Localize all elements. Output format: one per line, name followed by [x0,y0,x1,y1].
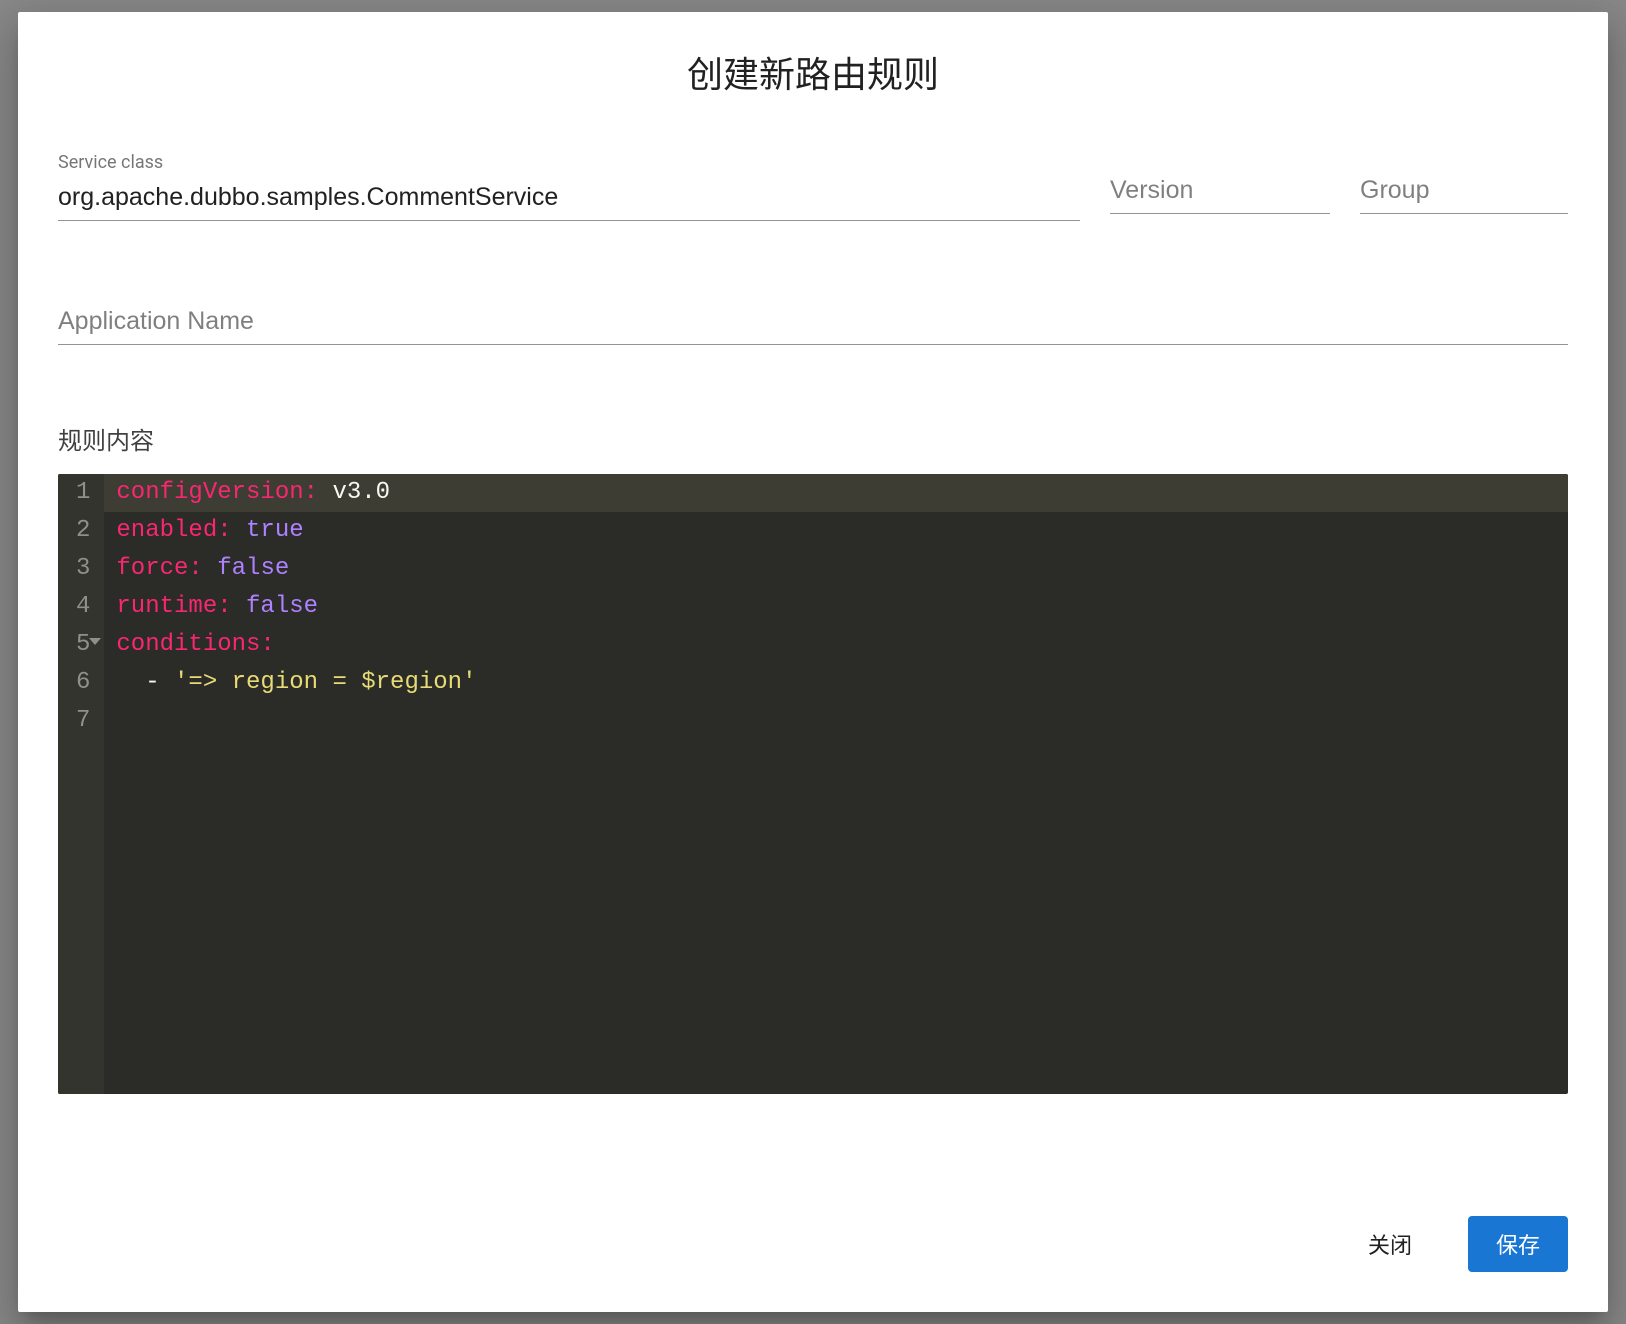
line-number: 3 [76,550,90,588]
code-token: force: [116,555,202,582]
group-field [1360,152,1568,221]
save-button[interactable]: 保存 [1468,1216,1568,1272]
code-token: true [246,517,304,544]
code-line[interactable]: - '=> region = $region' [116,664,1556,702]
code-token [232,593,246,620]
code-token: false [217,555,289,582]
line-number: 4 [76,588,90,626]
dialog-body: Service class 规则内容 1234567 configVersion… [18,116,1608,1182]
dialog-title: 创建新路由规则 [18,12,1608,116]
fold-marker-icon[interactable] [89,638,101,645]
code-token: conditions: [116,631,274,658]
code-token [203,555,217,582]
code-token: configVersion: [116,479,318,506]
line-number: 6 [76,664,90,702]
code-token: v3.0 [318,479,390,506]
service-class-field: Service class [58,152,1080,221]
code-line[interactable] [116,702,1556,740]
code-token: false [246,593,318,620]
code-token: runtime: [116,593,231,620]
group-input[interactable] [1360,152,1568,214]
code-token: '=> region = $region' [174,669,476,696]
code-line[interactable]: configVersion: v3.0 [104,474,1568,512]
service-class-label: Service class [58,152,1080,173]
rule-content-label: 规则内容 [58,421,1568,456]
field-row-1: Service class [58,152,1568,221]
version-input[interactable] [1110,152,1330,214]
rule-editor[interactable]: 1234567 configVersion: v3.0enabled: true… [58,474,1568,1094]
line-number: 1 [76,474,90,512]
code-token: enabled: [116,517,231,544]
close-button[interactable]: 关闭 [1340,1216,1440,1272]
line-number: 7 [76,702,90,740]
application-name-input[interactable] [58,283,1568,345]
code-line[interactable]: enabled: true [116,512,1556,550]
editor-gutter: 1234567 [58,474,104,1094]
line-number: 5 [76,626,90,664]
code-token [232,517,246,544]
application-name-field [58,283,1568,345]
line-number: 2 [76,512,90,550]
field-row-2 [58,283,1568,345]
code-line[interactable]: runtime: false [116,588,1556,626]
code-token: - [116,669,174,696]
create-route-rule-dialog: 创建新路由规则 Service class 规则内容 1234567 confi… [18,12,1608,1312]
code-line[interactable]: conditions: [116,626,1556,664]
code-line[interactable]: force: false [116,550,1556,588]
dialog-footer: 关闭 保存 [18,1182,1608,1312]
editor-code[interactable]: configVersion: v3.0enabled: trueforce: f… [104,474,1568,1094]
version-field [1110,152,1330,221]
service-class-input[interactable] [58,177,1080,221]
